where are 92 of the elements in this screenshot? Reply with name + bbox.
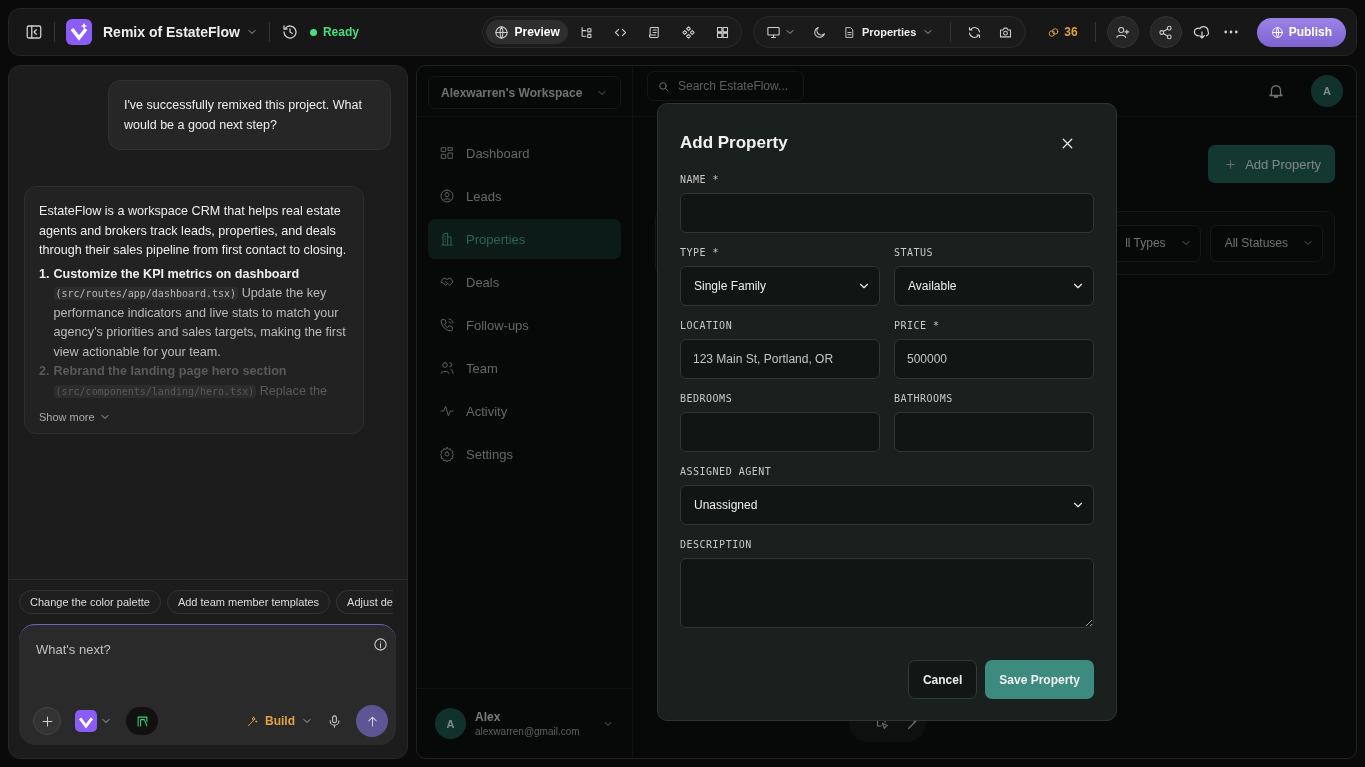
step-number: 2. — [39, 363, 50, 380]
text-field[interactable]: 123 Main St, Portland, OR — [680, 339, 880, 379]
show-more-button[interactable]: Show more — [39, 411, 111, 423]
camera-icon[interactable] — [998, 24, 1014, 40]
credits-count[interactable]: 36 — [1047, 25, 1078, 39]
info-icon[interactable] — [373, 637, 388, 652]
sidebar-toggle-icon[interactable] — [25, 23, 43, 41]
field-label: ASSIGNED AGENT — [680, 466, 773, 477]
suggestion-chip[interactable]: Add team member templates — [166, 590, 331, 614]
preview-tab[interactable]: Preview — [485, 20, 568, 44]
settings-icon — [439, 446, 455, 462]
field-label: TYPE * — [680, 247, 721, 258]
field-label: PRICE * — [894, 320, 941, 331]
select-field[interactable]: Available — [894, 266, 1094, 306]
app-logo-icon — [66, 19, 92, 45]
search-icon — [657, 80, 670, 93]
text-field[interactable]: 500000 — [894, 339, 1094, 379]
filter-dropdown[interactable]: All Statuses — [1209, 224, 1323, 262]
workspace-dropdown[interactable]: Alexwarren's Workspace — [428, 76, 621, 109]
diamond-icon — [681, 24, 697, 40]
user-message: I've successfully remixed this project. What would be a good next step? — [108, 80, 391, 150]
nav-item[interactable]: Settings — [428, 434, 621, 474]
field-label: BATHROOMS — [894, 393, 954, 404]
chat-input[interactable]: What's next? — [33, 637, 373, 662]
page-selector[interactable]: Properties — [842, 25, 935, 39]
field-label: NAME * — [680, 174, 721, 185]
integration-icon — [134, 713, 150, 729]
share-button[interactable] — [1149, 16, 1182, 48]
device-dropdown[interactable] — [765, 24, 796, 40]
publish-button[interactable]: Publish — [1256, 17, 1346, 47]
save-property-button[interactable]: Save Property — [985, 660, 1094, 699]
add-user-icon — [1115, 24, 1131, 40]
select-field[interactable]: Unassigned — [680, 485, 1094, 525]
share-icon — [1158, 24, 1174, 40]
status-indicator: Ready — [309, 25, 359, 39]
globe-icon — [1270, 25, 1284, 39]
globe-icon — [493, 24, 509, 40]
nav-item[interactable]: Follow-ups — [428, 305, 621, 345]
field-label: DESCRIPTION — [680, 539, 753, 550]
assistant-message-text: EstateFlow is a workspace CRM that helps real estate agents and brokers track leads, properties, and deals through their sales pipeline from first contact to closing. — [39, 203, 348, 259]
header-avatar[interactable]: A — [1311, 75, 1343, 107]
plus-icon — [39, 713, 55, 729]
field-label: STATUS — [894, 247, 935, 258]
dialog-title: Add Property — [680, 133, 788, 153]
notification-bell-icon[interactable] — [1267, 82, 1285, 100]
cancel-button[interactable]: Cancel — [907, 660, 978, 699]
nav-item[interactable]: Activity — [428, 391, 621, 431]
text-field[interactable] — [680, 193, 1094, 233]
user-name: Alex — [475, 710, 502, 724]
select-field[interactable]: Single Family — [680, 266, 880, 306]
project-name-dropdown[interactable]: Remix of EstateFlow — [103, 24, 258, 40]
monitor-icon — [765, 24, 781, 40]
plus-icon — [1224, 157, 1238, 171]
suggestion-chip[interactable]: Adjust de — [336, 590, 393, 614]
history-icon[interactable] — [280, 23, 299, 41]
add-property-button[interactable]: Add Property — [1208, 145, 1335, 183]
grid-icon — [439, 145, 455, 161]
suggestion-chip[interactable]: Change the color palette — [19, 590, 161, 614]
hierarchy-icon — [579, 24, 595, 40]
search-field[interactable]: Search EstateFlow... — [647, 71, 804, 101]
integration-button[interactable] — [126, 707, 158, 735]
nav-item[interactable]: Leads — [428, 176, 621, 216]
build-mode-dropdown[interactable]: Build — [246, 714, 313, 728]
text-field[interactable] — [894, 412, 1094, 452]
user-avatar: A — [435, 708, 466, 739]
nav-item[interactable]: Properties — [428, 219, 621, 259]
coins-icon — [1047, 25, 1061, 39]
model-selector[interactable] — [75, 710, 112, 732]
nav-item[interactable]: Team — [428, 348, 621, 388]
invite-button[interactable] — [1106, 16, 1139, 48]
refresh-icon[interactable] — [967, 24, 983, 40]
cloud-download-icon[interactable] — [1192, 23, 1211, 41]
step-text: Customize the KPI metrics on dashboard (src/routes/app/dashboard.tsx) Update the key performance indicators and live stats to match your agency's priorities and sales targets, making the first view actionable for your team. — [53, 265, 347, 361]
app-logo-icon — [75, 710, 97, 732]
add-attachment-button[interactable] — [33, 707, 61, 735]
field-label: BEDROOMS — [680, 393, 734, 404]
users-icon — [439, 360, 455, 376]
nav-item[interactable]: Deals — [428, 262, 621, 302]
microphone-icon[interactable] — [327, 713, 342, 729]
pulse-icon — [439, 403, 455, 419]
text-field[interactable] — [680, 412, 880, 452]
grid-icon — [715, 24, 731, 40]
building-icon — [439, 231, 455, 247]
magic-wand-icon — [246, 714, 259, 728]
moon-icon[interactable] — [811, 24, 827, 40]
field-label: LOCATION — [680, 320, 734, 331]
nav-item[interactable]: Dashboard — [428, 133, 621, 173]
description-field[interactable] — [680, 558, 1094, 628]
user-email: alexwarren@gmail.com — [475, 726, 581, 737]
step-number: 1. — [39, 265, 50, 283]
phone-icon — [439, 317, 455, 333]
send-button[interactable] — [356, 705, 388, 737]
